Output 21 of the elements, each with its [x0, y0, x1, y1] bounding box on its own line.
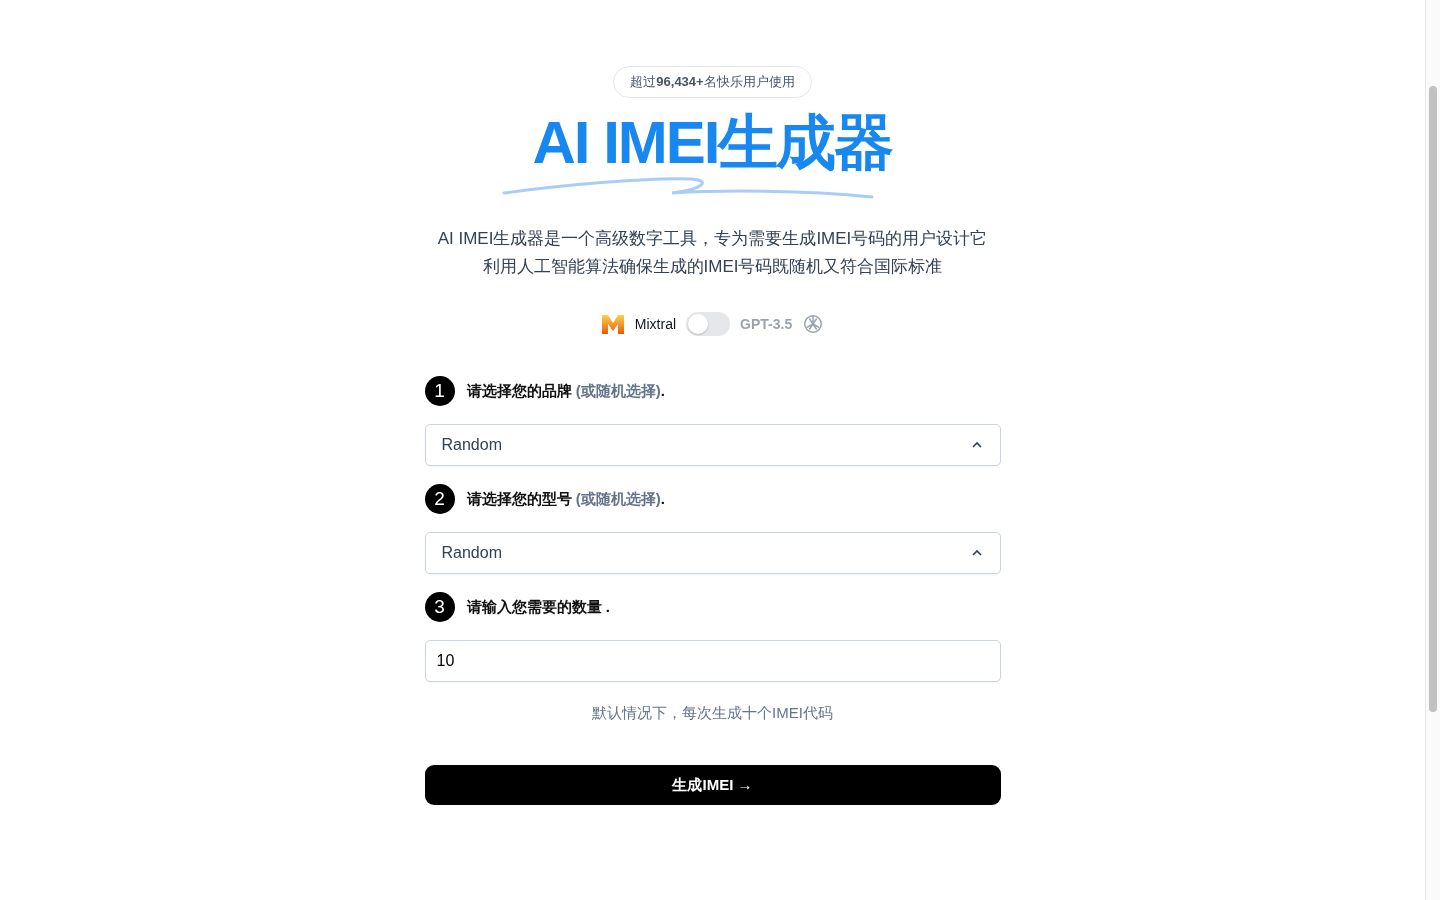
step-number: 1 — [424, 376, 455, 406]
scrollbar[interactable] — [1425, 0, 1440, 900]
dropdown-field[interactable]: Random — [424, 532, 1001, 574]
model-label: Mixtral — [634, 316, 677, 332]
step-label: 请选择您的型号 (或随机选择). — [466, 489, 665, 509]
step-label: 请选择您的品牌 (或随机选择). — [466, 381, 665, 401]
step-label: 请输入您需要的数量 . — [466, 597, 610, 617]
step-number: 3 — [424, 592, 455, 622]
description-text: 利用人工智能算法确保生成的IMEI号码既随机又符合国际标准 — [482, 256, 943, 278]
input-field[interactable]: 10 — [424, 640, 1001, 682]
scrollbar-thumb[interactable] — [1429, 86, 1437, 712]
knot-logo-icon — [802, 313, 825, 335]
letter-m-logo-icon — [600, 312, 625, 336]
step-number: 2 — [424, 484, 455, 514]
page-title: AI IMEI生成器 — [532, 112, 893, 174]
dropdown-field[interactable]: Random — [424, 424, 1001, 466]
description-text: AI IMEI生成器是一个高级数字工具，专为需要生成IMEI号码的用户设计它 — [437, 228, 988, 250]
hint-text: 默认情况下，每次生成十个IMEI代码 — [592, 704, 833, 723]
model-toggle[interactable] — [686, 312, 731, 336]
generate-button[interactable]: 生成IMEI → — [424, 765, 1001, 805]
model-label: GPT-3.5 — [740, 316, 793, 332]
